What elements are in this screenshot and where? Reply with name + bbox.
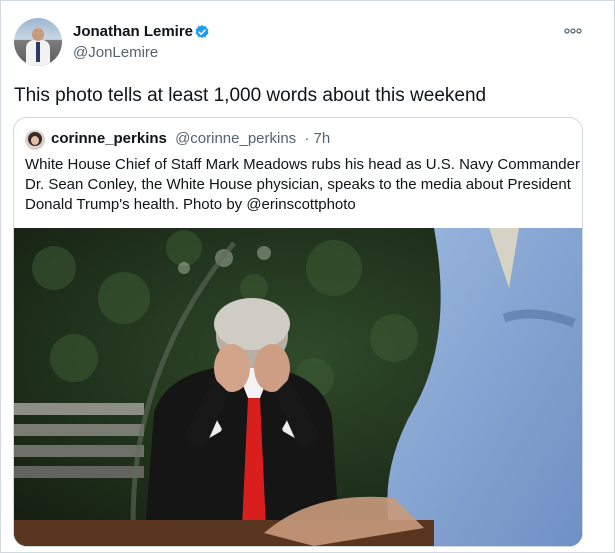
quoted-timestamp[interactable]: · 7h (304, 130, 330, 147)
avatar-figure-tie (36, 42, 40, 62)
quoted-text-line: Dr. Sean Conley, the White House physici… (25, 176, 571, 193)
quoted-text: White House Chief of Staff Mark Meadows … (25, 155, 580, 215)
avatar-figure-head (32, 28, 44, 41)
quoted-author-handle[interactable]: @corinne_perkins (175, 130, 296, 147)
tweet-text: This photo tells at least 1,000 words ab… (14, 85, 487, 106)
more-options-icon[interactable] (563, 23, 583, 39)
verified-badge-icon (195, 25, 209, 39)
quoted-author-name[interactable]: corinne_perkins (51, 130, 167, 147)
quoted-text-line: White House Chief of Staff Mark Meadows … (25, 156, 580, 173)
tweet-card: Jonathan Lemire @JonLemire This photo te… (0, 0, 615, 553)
author-handle[interactable]: @JonLemire (73, 44, 158, 61)
quoted-avatar-face (31, 136, 39, 145)
quoted-text-line: Donald Trump's health. Photo by @erinsco… (25, 196, 356, 213)
author-name[interactable]: Jonathan Lemire (73, 23, 193, 40)
author-avatar[interactable] (14, 18, 62, 66)
quoted-author-avatar[interactable] (25, 130, 45, 150)
quoted-photo[interactable] (14, 228, 582, 546)
quoted-tweet[interactable]: corinne_perkins @corinne_perkins · 7h Wh… (13, 117, 583, 547)
photo-illustration (14, 228, 582, 546)
quoted-header: corinne_perkins @corinne_perkins · 7h (51, 130, 330, 147)
